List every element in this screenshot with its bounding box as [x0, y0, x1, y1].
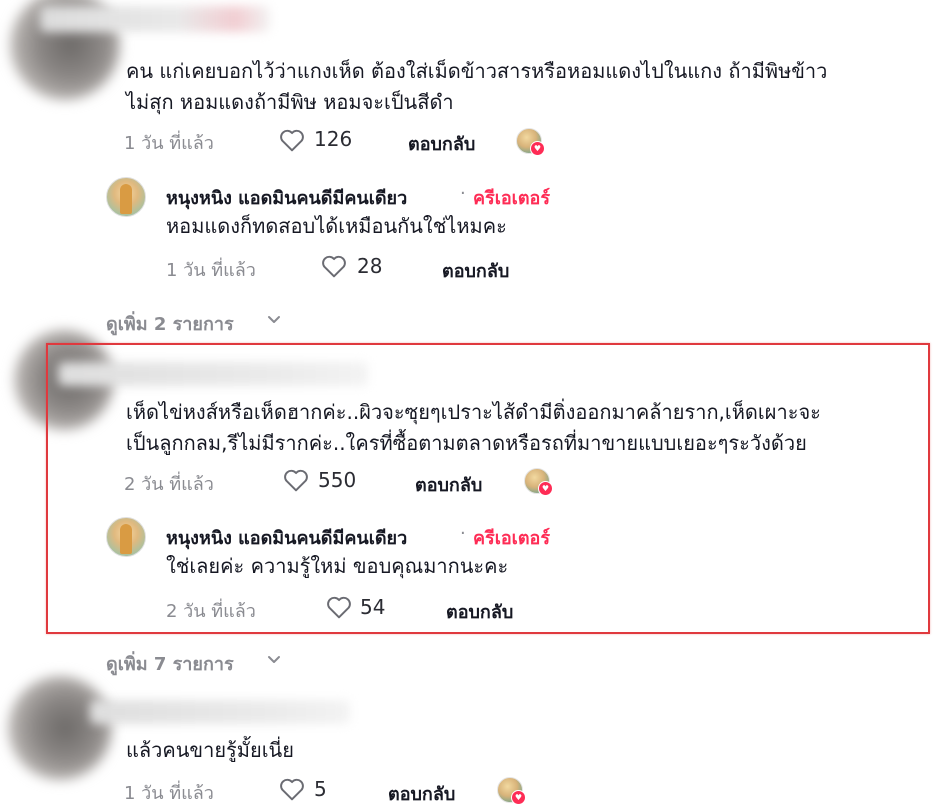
- chevron-down-icon[interactable]: [267, 655, 281, 665]
- like-count: 5: [314, 777, 327, 801]
- view-more-replies[interactable]: ดูเพิ่ม 2 รายการ: [106, 309, 234, 338]
- reply-button[interactable]: ตอบกลับ: [388, 779, 455, 808]
- commenter-name-blurred[interactable]: [90, 700, 350, 724]
- heart-outline-icon[interactable]: [321, 254, 347, 278]
- comment-text-line: แล้วคนขายรู้มั้ยเนี่ย: [126, 738, 294, 762]
- comment-timestamp: 1 วัน ที่แล้ว: [124, 133, 214, 154]
- reply-button[interactable]: ตอบกลับ: [408, 129, 475, 158]
- chevron-down-icon[interactable]: [267, 315, 281, 325]
- name-separator: ·: [460, 183, 466, 204]
- creator-avatar[interactable]: [106, 177, 146, 217]
- like-count: 28: [357, 254, 383, 278]
- heart-badge-icon: ♥: [511, 790, 526, 805]
- reply-author-name[interactable]: หนุงหนิง แอดมินคนดีมีคนเดียว: [166, 183, 407, 212]
- highlight-frame: [46, 343, 930, 634]
- reply-text: หอมแดงก็ทดสอบได้เหมือนกันใช่ไหมคะ: [166, 214, 507, 238]
- commenter-name-blurred[interactable]: [40, 6, 270, 32]
- comment-timestamp: 1 วัน ที่แล้ว: [124, 783, 214, 804]
- heart-outline-icon[interactable]: [279, 128, 305, 152]
- commenter-avatar-blurred[interactable]: [8, 676, 112, 780]
- reply-button[interactable]: ตอบกลับ: [442, 256, 509, 285]
- like-count: 126: [314, 127, 353, 151]
- creator-badge: ครีเอเตอร์: [473, 188, 550, 209]
- reply-timestamp: 1 วัน ที่แล้ว: [166, 260, 256, 281]
- view-more-replies[interactable]: ดูเพิ่ม 7 รายการ: [106, 649, 234, 678]
- comment-text-line: ไม่สุก หอมแดงถ้ามีพิษ หอมจะเป็นสีดำ: [126, 90, 454, 114]
- heart-outline-icon[interactable]: [279, 777, 305, 801]
- comment-text-line: คน แก่เคยบอกไว้ว่าแกงเห็ด ต้องใส่เม็ดข้า…: [126, 59, 828, 83]
- heart-badge-icon: ♥: [530, 141, 545, 156]
